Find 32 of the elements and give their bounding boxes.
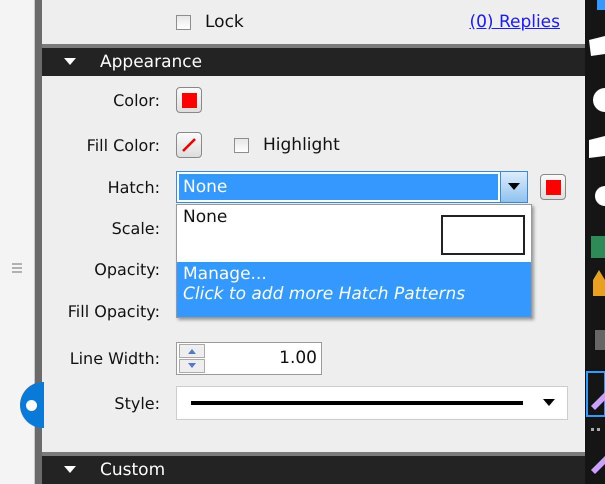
no-fill-icon <box>181 137 197 153</box>
spinner-icon[interactable] <box>179 344 205 372</box>
section-title: Appearance <box>100 52 202 72</box>
field-label: Style: <box>113 394 160 412</box>
caret-icon <box>64 466 76 474</box>
dropdown-option[interactable]: None <box>177 205 531 262</box>
field-label: Hatch: <box>106 178 160 196</box>
solid-line-icon <box>191 401 524 405</box>
replies-link[interactable]: (0) Replies <box>469 12 560 32</box>
color-button[interactable] <box>176 87 202 113</box>
hatch-color-button[interactable] <box>540 174 566 200</box>
section-header[interactable]: Custom <box>42 452 585 484</box>
checkbox-label: Lock <box>205 12 244 32</box>
field-label: Fill Opacity: <box>66 302 160 320</box>
section-header[interactable]: Appearance <box>42 44 585 76</box>
panel-handle[interactable] <box>20 382 44 428</box>
caret-icon <box>64 58 76 66</box>
dropdown-arrow-icon <box>508 183 520 191</box>
checkbox-label: Highlight <box>263 135 340 155</box>
highlight-checkbox[interactable] <box>234 138 249 152</box>
dropdown-arrow-icon <box>543 399 555 407</box>
fill-color-button[interactable] <box>176 132 202 158</box>
lock-checkbox[interactable] <box>176 14 191 30</box>
field-label: Color: <box>112 90 160 110</box>
field-label: Fill Color: <box>86 136 160 154</box>
line-style-dropdown[interactable] <box>176 386 568 420</box>
line-width-field[interactable]: 1.00 <box>176 342 322 374</box>
section-title: Custom <box>100 460 166 480</box>
grip-icon[interactable] <box>12 262 22 276</box>
field-label: Line Width: <box>68 348 160 368</box>
field-label: Opacity: <box>93 260 160 278</box>
field-label: Scale: <box>110 218 160 238</box>
